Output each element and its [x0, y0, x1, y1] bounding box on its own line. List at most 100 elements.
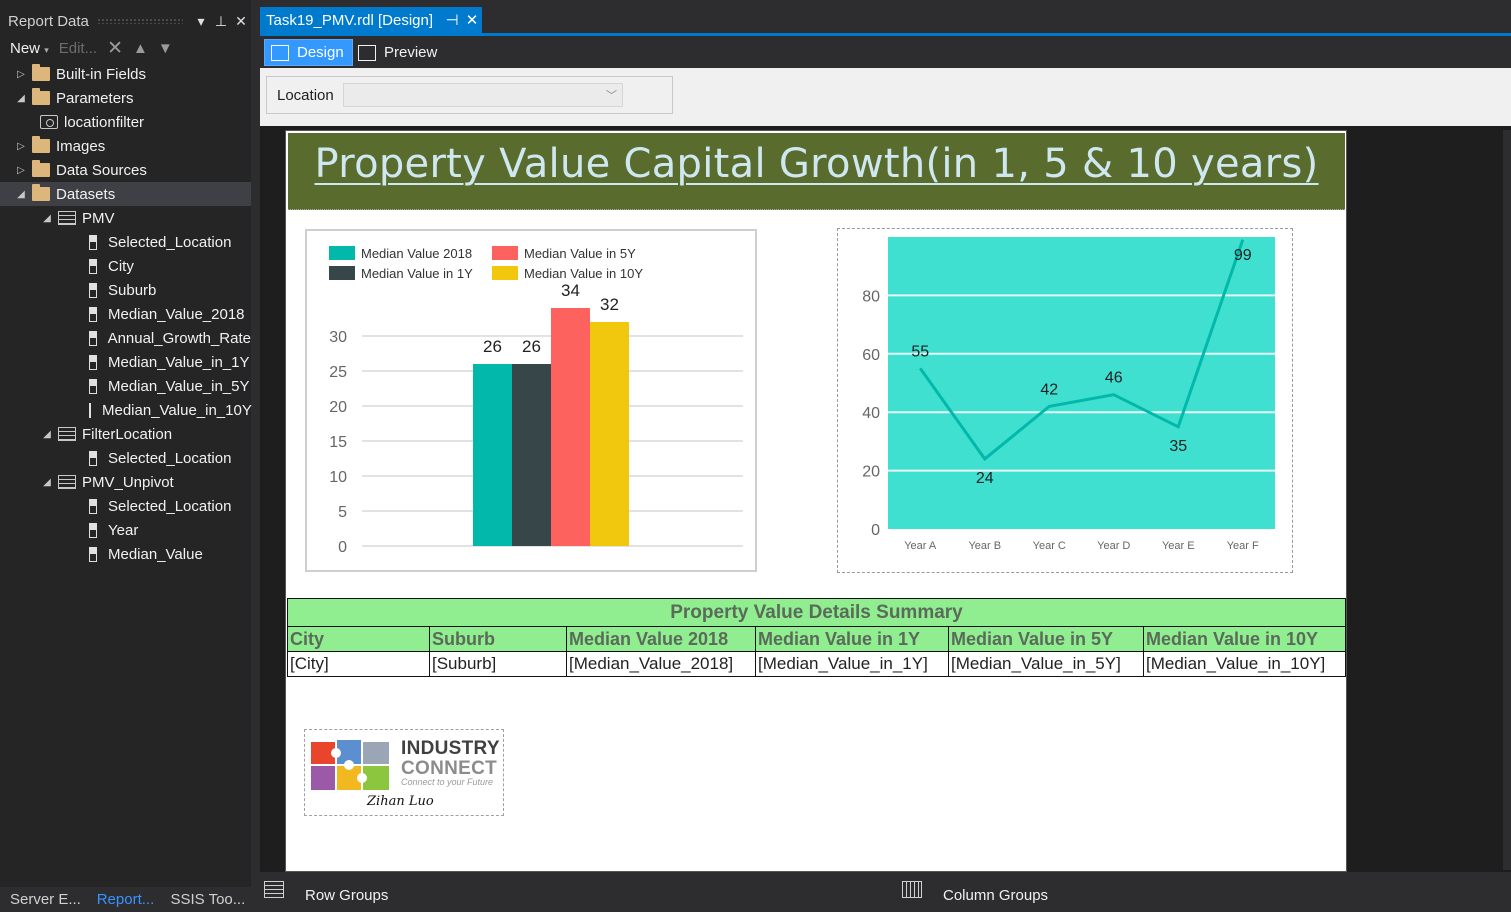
design-view-button[interactable]: Design [264, 39, 353, 66]
bar[interactable] [590, 322, 629, 546]
row-groups-label[interactable]: Row Groups [305, 887, 388, 904]
tree-item-field[interactable]: City [0, 254, 251, 278]
tree-item-dataset[interactable]: ◢ PMV [0, 206, 251, 230]
data-point[interactable] [1177, 426, 1179, 428]
tree-item-dataset[interactable]: ◢ PMV_Unpivot [0, 470, 251, 494]
pane-tab[interactable]: Report... [87, 887, 161, 912]
pane-bottom-tabs: Server E... Report... SSIS Too... [0, 887, 251, 912]
tree-item-field[interactable]: Median_Value_in_5Y [0, 374, 251, 398]
tree-item-field[interactable]: Median_Value_in_10Y [0, 398, 252, 422]
tree-item-folder[interactable]: ▷ Built-in Fields [0, 62, 251, 86]
close-icon[interactable]: ✕ [231, 13, 251, 30]
data-point[interactable] [919, 367, 921, 369]
pin-tab-icon[interactable]: ⊣ [442, 11, 462, 29]
dropdown-icon[interactable]: ▾ [191, 13, 211, 30]
cell-median-5y[interactable]: [Median_Value_in_5Y] [948, 651, 1144, 677]
parameter-bar: Location ﹀ [260, 68, 1511, 126]
expand-icon[interactable]: ▷ [14, 69, 28, 80]
tree-item-parameter[interactable]: locationfilter [0, 110, 251, 134]
tree-item-folder[interactable]: ◢ Parameters [0, 86, 251, 110]
header-median-1y[interactable]: Median Value in 1Y [755, 626, 949, 652]
header-suburb[interactable]: Suburb [429, 626, 567, 652]
preview-view-button[interactable]: Preview [352, 39, 445, 66]
header-city[interactable]: City [287, 626, 430, 652]
location-select[interactable]: ﹀ [343, 83, 623, 107]
pane-tab[interactable]: Server E... [0, 887, 87, 912]
close-tab-icon[interactable]: ✕ [462, 11, 482, 29]
bar-chart[interactable]: 0 5 10 15 20 25 30 26 Median Value 2018 26 Median … [305, 229, 757, 572]
report-body[interactable]: Property Value Capital Growth(in 1, 5 & … [285, 130, 1347, 872]
tree-item-label: Parameters [56, 89, 134, 107]
delete-icon[interactable]: ✕ [107, 37, 123, 60]
y-tick-label: 20 [862, 464, 880, 481]
tree-item-field[interactable]: Selected_Location [0, 230, 251, 254]
report-header-banner[interactable]: Property Value Capital Growth(in 1, 5 & … [288, 133, 1345, 210]
header-median-2018[interactable]: Median Value 2018 [566, 626, 756, 652]
cell-median-10y[interactable]: [Median_Value_in_10Y] [1143, 651, 1346, 677]
table-caption[interactable]: Property Value Details Summary [287, 598, 1346, 627]
data-point[interactable] [984, 458, 986, 460]
column-groups-label[interactable]: Column Groups [943, 887, 1048, 904]
tree-item-folder[interactable]: ▷ Images [0, 134, 251, 158]
data-point[interactable] [1048, 405, 1050, 407]
collapse-icon[interactable]: ◢ [14, 93, 28, 104]
move-down-icon[interactable]: ▼ [158, 40, 173, 57]
edit-button[interactable]: Edit... [59, 40, 97, 57]
data-label: 42 [1040, 381, 1058, 398]
tree-item-field[interactable]: Annual_Growth_Rate [0, 326, 251, 350]
pane-grip[interactable] [96, 18, 183, 24]
y-tick-label: 30 [329, 329, 347, 346]
location-label: Location [277, 87, 334, 104]
data-label: 34 [561, 281, 580, 300]
header-median-5y[interactable]: Median Value in 5Y [948, 626, 1144, 652]
new-button[interactable]: New ▾ [10, 40, 49, 57]
field-icon [89, 234, 97, 250]
header-median-10y[interactable]: Median Value in 10Y [1143, 626, 1346, 652]
cell-median-2018[interactable]: [Median_Value_2018] [566, 651, 756, 677]
tree-item-dataset[interactable]: ◢ FilterLocation [0, 422, 251, 446]
collapse-icon[interactable]: ◢ [14, 189, 28, 200]
move-up-icon[interactable]: ▲ [133, 40, 148, 57]
document-tab[interactable]: Task19_PMV.rdl [Design] ⊣ ✕ [260, 7, 482, 33]
y-tick-label: 10 [329, 469, 347, 486]
new-label: New [10, 39, 41, 57]
y-tick-label: 20 [329, 399, 347, 416]
details-table[interactable]: Property Value Details Summary City Subu… [287, 598, 1346, 677]
table-row: [City] [Suburb] [Median_Value_2018] [Med… [287, 651, 1346, 677]
cell-median-1y[interactable]: [Median_Value_in_1Y] [755, 651, 949, 677]
tree-item-field[interactable]: Median_Value_in_1Y [0, 350, 251, 374]
industry-connect-logo[interactable]: INDUSTRY CONNECT Connect to your Future … [304, 729, 504, 816]
tree-item-folder[interactable]: ▷ Data Sources [0, 158, 251, 182]
bar[interactable] [512, 364, 551, 546]
data-label: 46 [1105, 370, 1123, 387]
data-label: 55 [911, 343, 929, 360]
data-label: 26 [522, 337, 541, 356]
collapse-icon[interactable]: ◢ [40, 429, 54, 440]
expand-icon[interactable]: ▷ [14, 141, 28, 152]
vertical-scrollbar[interactable] [1503, 130, 1511, 870]
pin-icon[interactable]: ⊥ [211, 13, 231, 30]
pane-tab[interactable]: SSIS Too... [161, 887, 252, 912]
tree-item-field[interactable]: Selected_Location [0, 494, 251, 518]
tree-item-folder[interactable]: ◢ Datasets [0, 182, 251, 206]
bar[interactable] [551, 308, 590, 546]
collapse-icon[interactable]: ◢ [40, 213, 54, 224]
tree-item-field[interactable]: Median_Value_2018 [0, 302, 251, 326]
expand-icon[interactable]: ▷ [14, 165, 28, 176]
column-groups-icon [902, 881, 922, 898]
tree-item-field[interactable]: Median_Value [0, 542, 251, 566]
data-point[interactable] [1113, 394, 1115, 396]
cell-suburb[interactable]: [Suburb] [429, 651, 567, 677]
x-tick-label: Year E [1162, 540, 1195, 552]
line-chart[interactable]: 0 20 40 60 80 Year A Year B Year C Year D Year E Y… [837, 228, 1293, 573]
data-point[interactable] [1242, 239, 1244, 241]
report-title[interactable]: Property Value Capital Growth(in 1, 5 & … [288, 141, 1345, 187]
tree-item-label: Suburb [108, 281, 157, 299]
tree-item-field[interactable]: Year [0, 518, 251, 542]
tree-item-field[interactable]: Suburb [0, 278, 251, 302]
tree-item-field[interactable]: Selected_Location [0, 446, 251, 470]
collapse-icon[interactable]: ◢ [40, 477, 54, 488]
cell-city[interactable]: [City] [287, 651, 430, 677]
legend-label: Median Value in 5Y [524, 246, 636, 261]
bar[interactable] [473, 364, 512, 546]
